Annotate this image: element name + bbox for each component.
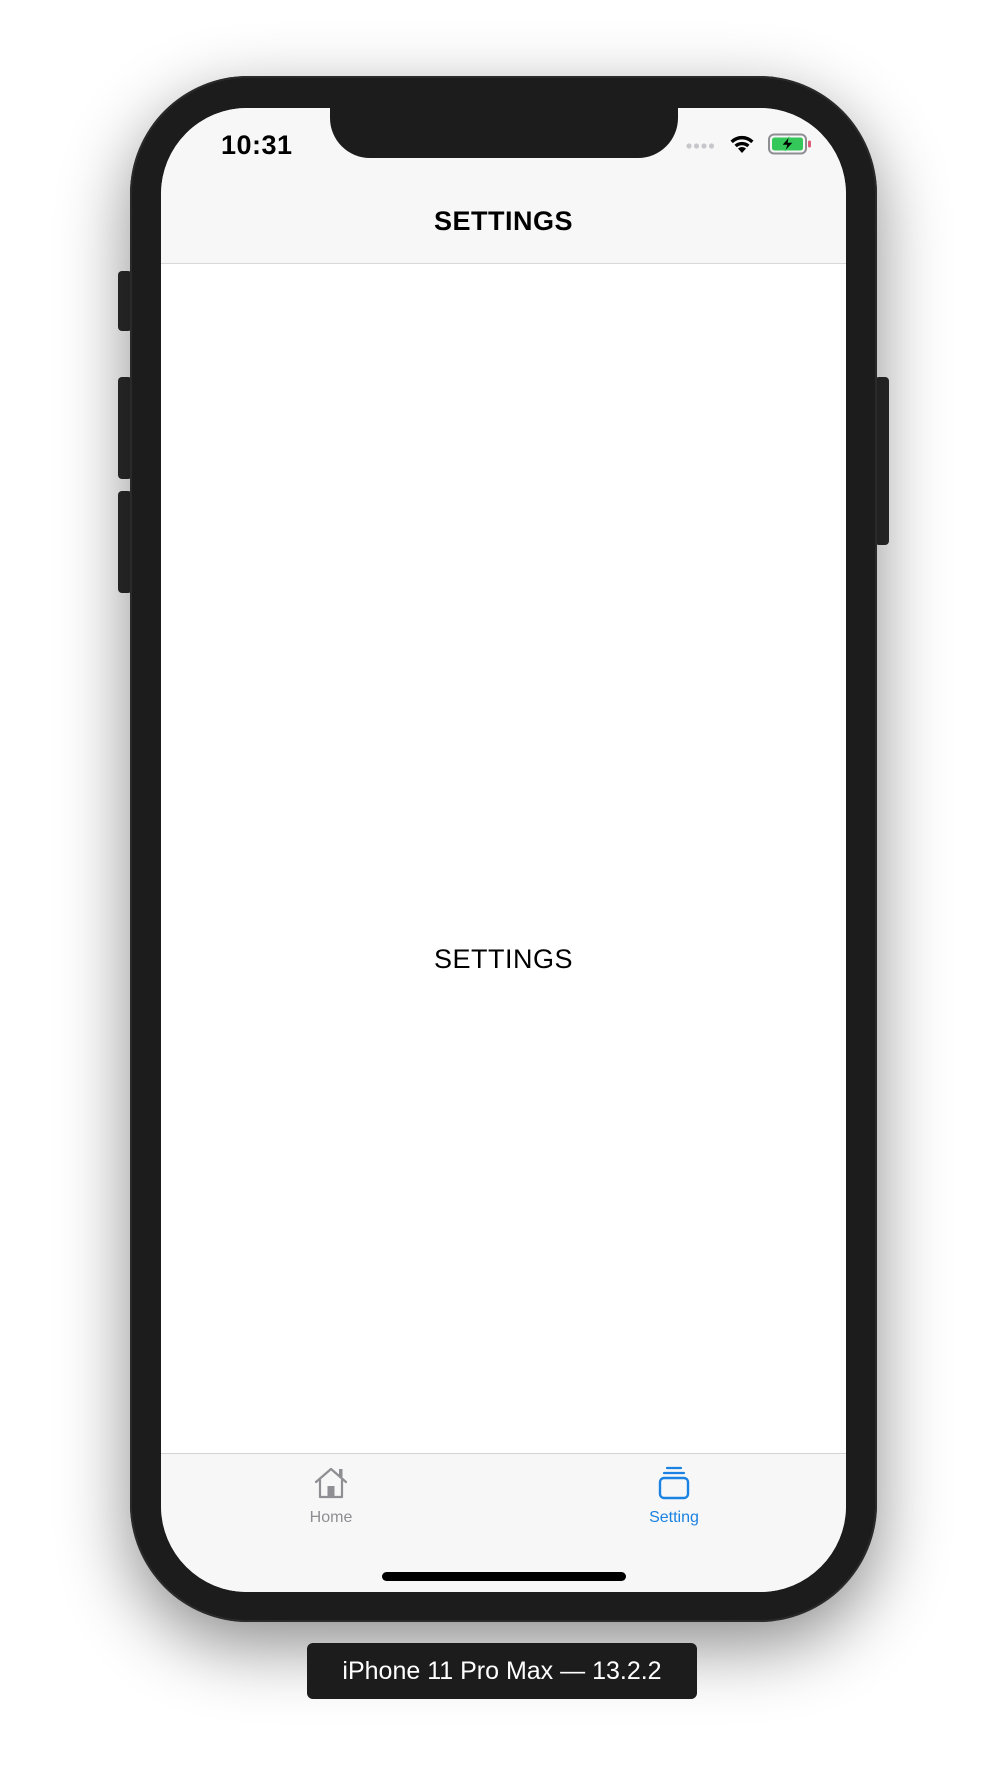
home-icon	[313, 1466, 349, 1505]
navigation-bar: SETTINGS	[161, 188, 846, 264]
stack-icon	[656, 1466, 692, 1505]
status-icons	[686, 133, 812, 160]
battery-icon	[768, 133, 812, 160]
simulator-stage: 10:31 SETTINGS SETTINGS Home Setting iPh…	[0, 0, 1006, 1772]
signal-icon	[686, 137, 716, 155]
content-label: SETTINGS	[433, 944, 573, 974]
tab-setting[interactable]: Setting	[604, 1466, 744, 1527]
tab-setting-label: Setting	[649, 1509, 699, 1526]
home-indicator[interactable]	[382, 1572, 626, 1581]
tab-home[interactable]: Home	[261, 1466, 401, 1527]
main-content: SETTINGS	[161, 264, 846, 1460]
status-time: 10:31	[221, 130, 293, 160]
phone-screen: 10:31 SETTINGS SETTINGS Home Setting	[161, 108, 846, 1592]
power-button	[875, 377, 889, 545]
wifi-icon	[728, 133, 756, 160]
camera-notch	[330, 108, 678, 158]
tab-home-label: Home	[309, 1509, 353, 1526]
page-title: SETTINGS	[433, 206, 573, 236]
device-label: iPhone 11 Pro Max — 13.2.2	[307, 1643, 697, 1699]
